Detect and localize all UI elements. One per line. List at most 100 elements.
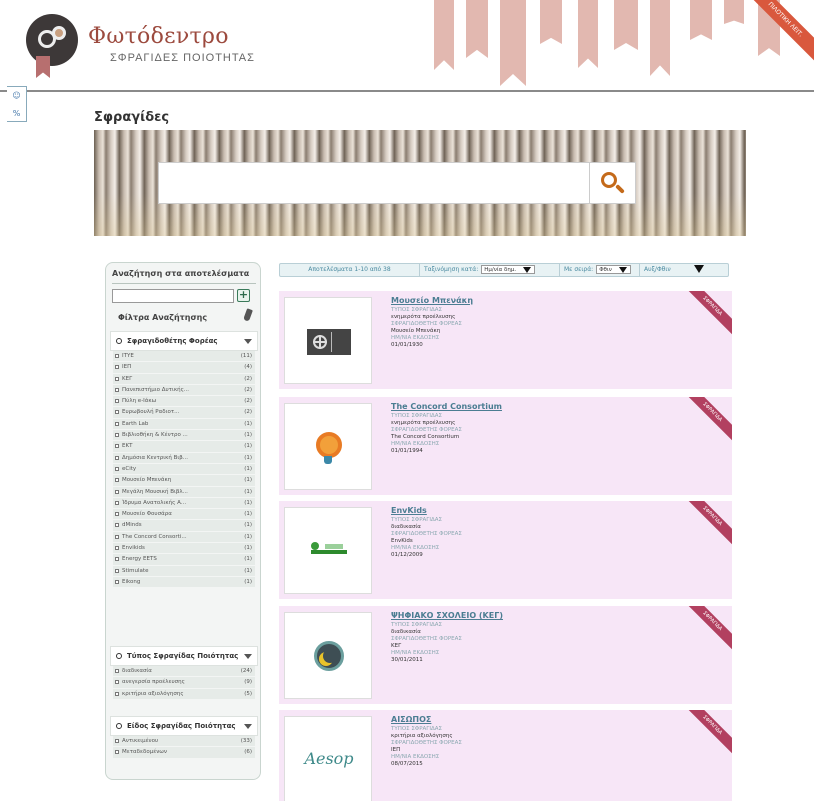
filter-item[interactable]: Πανεπιστήμιο Δυτικής... (2) — [113, 384, 255, 397]
filter-item-count: (1) — [244, 477, 252, 484]
site-header: Φωτόδεντρο ΣΦΡΑΓΙΔΕΣ ΠΟΙΟΤΗΤΑΣ ΠΙΛΟΤΙΚΗ … — [0, 0, 814, 92]
filter-item[interactable]: dMinds (1) — [113, 520, 255, 532]
filter-item[interactable]: Stimulate (1) — [113, 565, 255, 577]
checkbox[interactable] — [115, 546, 119, 551]
checkbox[interactable] — [115, 568, 119, 573]
checkbox[interactable] — [115, 557, 119, 562]
order-select[interactable]: Φθιν — [596, 265, 631, 274]
filter-item[interactable]: Ίδρυμα Ανατολικής Α... (1) — [113, 497, 255, 510]
filter-item[interactable]: Δημόσια Κεντρική Βιβ... (1) — [113, 452, 255, 464]
result-details: ΨΗΦΙΑΚΟ ΣΧΟΛΕΙΟ (ΚΕΓ) ΤΥΠΟΣ ΣΦΡΑΓΙΔΑΣ διαδ… — [391, 611, 681, 664]
filter-item[interactable]: ΙΤΥΕ (11) — [113, 351, 255, 363]
filter-item[interactable]: διαδικασία (24) — [113, 666, 255, 678]
checkbox[interactable] — [115, 739, 119, 743]
checkbox[interactable] — [115, 500, 119, 505]
filter-item-label: Eikong — [122, 578, 141, 585]
photodentro-logo-icon[interactable] — [26, 14, 78, 66]
filter-group-header-seal-kind[interactable]: Είδος Σφραγίδας Ποιότητας — [110, 716, 258, 736]
filter-item[interactable]: Μουσείο Φουσάρα (1) — [113, 509, 255, 521]
direction-control[interactable]: Αυξ/Φθιν — [640, 264, 728, 276]
percent-icon[interactable]: % — [7, 105, 26, 123]
result-title-link[interactable]: EnvKids — [391, 506, 681, 516]
filter-item[interactable]: ΙΕΠ (4) — [113, 362, 255, 374]
filter-item[interactable]: Earth Lab (1) — [113, 418, 255, 431]
checkbox[interactable] — [115, 512, 119, 517]
side-widget[interactable]: ☺ % — [7, 86, 27, 122]
checkbox[interactable] — [115, 579, 119, 584]
organization-value: Μουσείο Μπενάκη — [391, 328, 441, 334]
result-thumbnail[interactable] — [284, 507, 372, 594]
checkbox[interactable] — [115, 421, 119, 426]
checkbox[interactable] — [115, 534, 119, 539]
checkbox[interactable] — [115, 410, 119, 415]
filter-item[interactable]: Βιβλιοθήκη & Κέντρο ... (1) — [113, 430, 255, 442]
chevron-down-icon[interactable] — [244, 724, 252, 729]
filter-item[interactable]: Μεγάλη Μουσική Βιβλ... (1) — [113, 486, 255, 498]
filter-item-count: (1) — [244, 533, 252, 540]
clear-filters-brush-icon[interactable] — [243, 308, 253, 322]
filter-item[interactable]: The Concord Consorti... (1) — [113, 531, 255, 544]
filter-item-label: Ευρωβουλή Ραδιοτ... — [122, 409, 180, 416]
filter-item-label: eCity — [122, 465, 137, 472]
filter-item[interactable]: Πύλη e-Ιάκω (2) — [113, 396, 255, 408]
checkbox[interactable] — [115, 376, 119, 381]
checkbox[interactable] — [115, 489, 119, 494]
checkbox[interactable] — [115, 750, 119, 755]
filter-item[interactable]: Eikong (1) — [113, 576, 255, 589]
filter-item[interactable]: ανεγερσία προέλευσης (9) — [113, 677, 255, 689]
chevron-down-icon[interactable] — [244, 339, 252, 344]
filter-item-count: (9) — [244, 679, 252, 686]
filter-item[interactable]: ΚΕΓ (2) — [113, 373, 255, 385]
filter-group-header-seal-type[interactable]: Τύπος Σφραγίδας Ποιότητας — [110, 646, 258, 666]
filter-item[interactable]: Αντικειμένου (33) — [113, 736, 255, 748]
checkbox[interactable] — [115, 691, 119, 696]
checkbox[interactable] — [115, 354, 119, 358]
filter-group-header-organization[interactable]: Σφραγιδοθέτης Φορέας — [110, 331, 258, 351]
checkbox[interactable] — [115, 680, 119, 685]
result-thumbnail[interactable] — [284, 612, 372, 699]
order-control[interactable]: Με σειρά: Φθιν — [560, 264, 640, 276]
filter-item[interactable]: eCity (1) — [113, 463, 255, 476]
sort-select[interactable]: Ημ/νία δημ. — [481, 265, 536, 274]
filter-item-count: (2) — [244, 375, 252, 382]
checkbox[interactable] — [115, 455, 119, 460]
checkbox[interactable] — [115, 444, 119, 449]
checkbox[interactable] — [115, 478, 119, 483]
sort-control[interactable]: Ταξινόμηση κατά: Ημ/νία δημ. — [420, 264, 560, 276]
checkbox[interactable] — [115, 387, 119, 392]
filters-panel: Αναζήτηση στα αποτελέσματα + Φίλτρα Αναζ… — [105, 262, 261, 780]
filter-item[interactable]: Envikids (1) — [113, 543, 255, 555]
header-banner-decoration — [614, 0, 638, 50]
order-label: Με σειρά: — [564, 266, 594, 273]
accessibility-icon[interactable]: ☺ — [7, 87, 26, 105]
result-title-link[interactable]: Μουσείο Μπενάκη — [391, 296, 681, 306]
checkbox[interactable] — [115, 466, 119, 471]
result-title-link[interactable]: The Concord Consortium — [391, 402, 681, 412]
filter-item[interactable]: Energy EETS (1) — [113, 554, 255, 566]
filter-search-input[interactable] — [112, 289, 234, 303]
chevron-down-icon[interactable] — [244, 654, 252, 659]
checkbox[interactable] — [115, 433, 119, 438]
filter-item[interactable]: Μεταδεδομένων (6) — [113, 747, 255, 759]
search-button[interactable] — [590, 162, 636, 204]
filter-item-label: Δημόσια Κεντρική Βιβ... — [122, 454, 189, 461]
add-filter-button[interactable]: + — [237, 289, 250, 302]
site-title[interactable]: Φωτόδεντρο — [88, 24, 229, 49]
result-thumbnail[interactable]: Aesop — [284, 716, 372, 801]
filter-item[interactable]: κριτήρια αξιολόγησης (5) — [113, 688, 255, 700]
seal-type-label: ΤΥΠΟΣ ΣΦΡΑΓΙΔΑΣ — [391, 307, 442, 313]
result-thumbnail[interactable] — [284, 297, 372, 384]
result-title-link[interactable]: ΑΙΣΩΠΟΣ — [391, 715, 681, 725]
result-thumbnail[interactable] — [284, 403, 372, 490]
checkbox[interactable] — [115, 523, 119, 528]
result-title-link[interactable]: ΨΗΦΙΑΚΟ ΣΧΟΛΕΙΟ (ΚΕΓ) — [391, 611, 681, 621]
filter-item[interactable]: ΕΚΤ (1) — [113, 441, 255, 453]
search-input[interactable] — [158, 162, 590, 204]
checkbox[interactable] — [115, 669, 119, 673]
filter-item-count: (1) — [244, 499, 252, 506]
filter-item[interactable]: Μουσείο Μπενάκη (1) — [113, 475, 255, 487]
filter-item[interactable]: Ευρωβουλή Ραδιοτ... (2) — [113, 407, 255, 419]
chevron-down-icon[interactable] — [694, 265, 704, 273]
checkbox[interactable] — [115, 365, 119, 370]
checkbox[interactable] — [115, 399, 119, 404]
